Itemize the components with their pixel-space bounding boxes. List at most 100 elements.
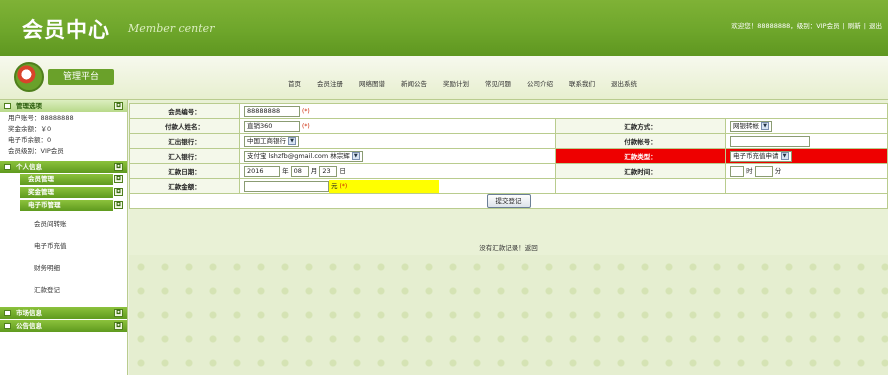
pay-account-cell (725, 133, 888, 149)
sidebar-item-finance[interactable]: 财务明细 (0, 257, 127, 279)
amount-cell: 元 (*) (239, 178, 556, 194)
submit-row: 提交登记 (129, 193, 888, 209)
sidebar-notice-header[interactable]: 公告信息 ◘ (0, 320, 127, 332)
minute-input[interactable] (754, 165, 773, 177)
remit-type-cell: 电子币充值申请 ▼ (725, 148, 888, 164)
minute-unit: 分 (774, 167, 782, 176)
in-bank-select[interactable]: 支付宝 lshzfb@gmail.com 林宗辉 ▼ (244, 150, 363, 162)
status-message[interactable]: 没有汇款记录！返回 (129, 242, 888, 252)
collapse-toggle-icon[interactable]: ◘ (114, 201, 123, 209)
collapse-toggle-icon[interactable]: ◘ (114, 175, 123, 183)
hour-unit: 时 (746, 167, 753, 176)
sidebar: 管理选项 ◘ 用户账号：88888888 奖金余额：￥0 电子币余额：0 会员级… (0, 100, 128, 375)
remit-method-label: 汇款方式： (555, 118, 726, 134)
date-month-input[interactable]: 08 (290, 165, 309, 177)
required-mark: (*) (302, 123, 310, 130)
sidebar-ecoin-mgmt[interactable]: 电子币管理 ◘ (20, 200, 123, 211)
nav-item-exit[interactable]: 退出系统 (603, 78, 645, 90)
remit-method-select[interactable]: 网银转帐 ▼ (730, 120, 772, 132)
ecoin-balance: 电子币余额：0 (8, 136, 52, 144)
in-bank-cell: 支付宝 lshzfb@gmail.com 林宗辉 ▼ (239, 148, 556, 164)
sidebar-member-mgmt[interactable]: 会员管理 ◘ (20, 174, 123, 185)
logout-link[interactable]: 退出 (869, 22, 882, 30)
remit-type-label: 汇款类型： (555, 148, 726, 164)
remit-time-cell: 时 分 (725, 163, 888, 179)
refresh-link[interactable]: 刷新 (848, 22, 861, 30)
payer-label: 付款人姓名： (129, 118, 240, 134)
amount-input[interactable] (244, 180, 329, 192)
sidebar-menu-title: 管理选项 (16, 102, 42, 110)
collapse-toggle-icon[interactable]: ◘ (114, 188, 123, 196)
chevron-down-icon: ▼ (780, 151, 789, 160)
account-info: 用户账号：88888888 (8, 114, 74, 122)
required-mark: (*) (302, 108, 310, 115)
sidebar-market-title: 市场信息 (16, 309, 42, 317)
nav-menu: 首页 会员注册 网络图谱 新闻公告 奖励计划 常见问题 公司介绍 联系我们 退出… (280, 78, 645, 90)
remit-form: 会员编号： 88888888 (*) 付款人姓名： 直销360 (*) 汇款方式： … (129, 103, 888, 209)
member-mgmt-label: 会员管理 (28, 175, 54, 183)
brand-logo: 管理平台 (14, 62, 114, 92)
folder-icon (4, 323, 11, 329)
remit-bank-cell: 中国工商银行 ▼ (239, 133, 556, 149)
payer-cell: 直销360 (*) (239, 118, 556, 134)
in-bank-label: 汇入银行： (129, 148, 240, 164)
ecoin-mgmt-label: 电子币管理 (28, 201, 61, 209)
nav-item-about[interactable]: 公司介绍 (519, 78, 561, 90)
bonus-mgmt-label: 奖金管理 (28, 188, 54, 196)
remit-type-value: 电子币充值申请 (733, 151, 779, 160)
amount-label: 汇款金额： (129, 178, 240, 194)
sidebar-market-header[interactable]: 市场信息 ◘ (0, 307, 127, 319)
main-content: 会员编号： 88888888 (*) 付款人姓名： 直销360 (*) 汇款方式： … (129, 100, 888, 375)
remit-date-cell: 2016 年 08 月 23 日 (239, 163, 556, 179)
member-no-label: 会员编号： (129, 103, 240, 119)
nav-item-news[interactable]: 新闻公告 (393, 78, 435, 90)
date-day-input[interactable]: 23 (319, 165, 338, 177)
remit-bank-select[interactable]: 中国工商银行 ▼ (244, 135, 299, 147)
nav-item-faq[interactable]: 常见问题 (477, 78, 519, 90)
member-no-input[interactable]: 88888888 (244, 105, 300, 117)
site-title: 会员中心 (22, 18, 110, 42)
user-bar: 欢迎您！88888888，级别：VIP会员 | 刷新 | 退出 (731, 22, 882, 30)
remit-method-value: 网银转帐 (733, 121, 759, 130)
nav-item-network[interactable]: 网络图谱 (351, 78, 393, 90)
member-no-cell: 88888888 (*) (239, 103, 888, 119)
sidebar-item-transfer[interactable]: 会员间转账 (0, 213, 127, 235)
chevron-down-icon: ▼ (288, 136, 296, 145)
amount-hint: 元 (*) (329, 179, 439, 193)
day-unit: 日 (339, 167, 346, 176)
sidebar-item-recharge[interactable]: 电子币充值 (0, 235, 127, 257)
background-pattern (129, 255, 888, 375)
remit-method-cell: 网银转帐 ▼ (725, 118, 888, 134)
collapse-toggle-icon[interactable]: ◘ (114, 322, 123, 330)
collapse-toggle-icon[interactable]: ◘ (114, 309, 123, 317)
folder-icon (4, 310, 11, 316)
nav-item-contact[interactable]: 联系我们 (561, 78, 603, 90)
remit-time-label: 汇款时间： (555, 163, 726, 179)
folder-icon (4, 164, 11, 170)
sidebar-item-remit-register[interactable]: 汇款登记 (0, 279, 127, 301)
menu-icon (4, 103, 11, 109)
in-bank-value: 支付宝 lshzfb@gmail.com 林宗辉 (247, 151, 350, 160)
remit-date-label: 汇款日期： (129, 163, 240, 179)
member-level: 会员级别：VIP会员 (8, 147, 64, 155)
nav-item-home[interactable]: 首页 (280, 78, 309, 90)
sidebar-personal-header[interactable]: 个人信息 ◘ (0, 161, 127, 173)
sidebar-bonus-mgmt[interactable]: 奖金管理 ◘ (20, 187, 123, 198)
nav-item-rewards[interactable]: 奖励计划 (435, 78, 477, 90)
sidebar-menu-header[interactable]: 管理选项 ◘ (0, 100, 127, 112)
nav-bar: 管理平台 首页 会员注册 网络图谱 新闻公告 奖励计划 常见问题 公司介绍 联系… (0, 56, 888, 100)
remit-type-select[interactable]: 电子币充值申请 ▼ (730, 150, 792, 162)
payer-input[interactable]: 直销360 (244, 120, 300, 132)
nav-item-register[interactable]: 会员注册 (309, 78, 351, 90)
collapse-toggle-icon[interactable]: ◘ (114, 102, 123, 110)
chevron-down-icon: ▼ (761, 121, 769, 130)
hour-input[interactable] (730, 165, 744, 177)
date-year-input[interactable]: 2016 (244, 165, 280, 177)
brand-label: 管理平台 (48, 69, 114, 85)
submit-button[interactable]: 提交登记 (486, 194, 531, 208)
sidebar-personal-title: 个人信息 (16, 163, 42, 171)
amount-unit: 元 (331, 181, 338, 190)
collapse-toggle-icon[interactable]: ◘ (114, 163, 123, 171)
pay-account-input[interactable] (730, 135, 810, 147)
site-subtitle: Member center (128, 22, 215, 35)
